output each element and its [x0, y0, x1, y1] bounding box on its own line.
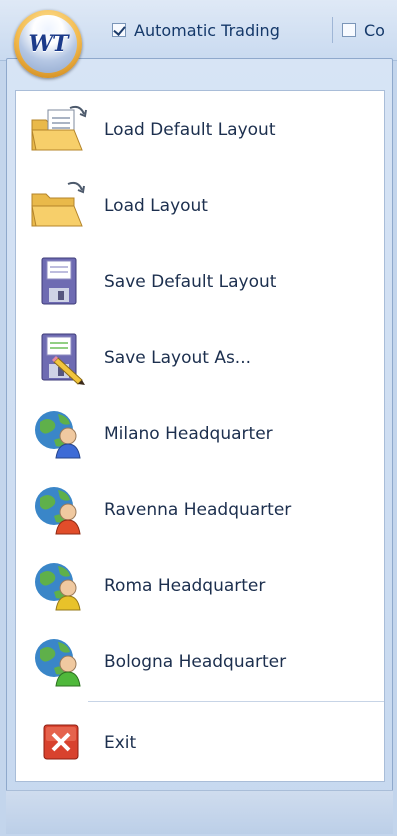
- menu-item-load-layout[interactable]: Load Layout: [16, 176, 384, 236]
- menu-item-roma-headquarter[interactable]: Roma Headquarter: [16, 556, 384, 616]
- application-menu-footer: [6, 790, 393, 834]
- menu-item-label: Milano Headquarter: [104, 424, 273, 444]
- second-option-checkbox-box[interactable]: [342, 23, 356, 37]
- menu-divider: [88, 701, 384, 702]
- menu-item-label: Roma Headquarter: [104, 576, 266, 596]
- floppy-disk-icon: [28, 254, 90, 310]
- globe-user-red-icon: [28, 482, 90, 538]
- menu-item-label: Save Default Layout: [104, 272, 277, 292]
- menu-item-label: Bologna Headquarter: [104, 652, 287, 672]
- load-document-icon: [28, 102, 90, 158]
- menu-item-bologna-headquarter[interactable]: Bologna Headquarter: [16, 632, 384, 692]
- application-orb-face: WT: [19, 15, 77, 73]
- menu-item-exit[interactable]: Exit: [16, 713, 384, 773]
- second-option-checkbox[interactable]: Co: [342, 19, 385, 41]
- menu-item-save-default-layout[interactable]: Save Default Layout: [16, 252, 384, 312]
- menu-item-label: Exit: [104, 733, 137, 753]
- globe-user-green-icon: [28, 634, 90, 690]
- automatic-trading-checkbox-box[interactable]: [112, 23, 126, 37]
- menu-item-milano-headquarter[interactable]: Milano Headquarter: [16, 404, 384, 464]
- globe-user-yellow-icon: [28, 558, 90, 614]
- globe-user-blue-icon: [28, 406, 90, 462]
- menu-item-ravenna-headquarter[interactable]: Ravenna Headquarter: [16, 480, 384, 540]
- application-orb-button[interactable]: WT: [14, 10, 82, 78]
- quick-access-separator: [332, 17, 333, 43]
- menu-item-label: Save Layout As...: [104, 348, 252, 368]
- automatic-trading-label: Automatic Trading: [134, 20, 280, 40]
- menu-item-label: Load Layout: [104, 196, 208, 216]
- automatic-trading-checkbox[interactable]: Automatic Trading: [112, 19, 280, 41]
- application-orb-logo: WT: [28, 31, 68, 57]
- floppy-disk-pencil-icon: [28, 330, 90, 386]
- menu-item-save-layout-as[interactable]: Save Layout As...: [16, 328, 384, 388]
- open-folder-icon: [28, 178, 90, 234]
- exit-x-icon: [28, 715, 90, 771]
- menu-item-label: Load Default Layout: [104, 120, 276, 140]
- menu-item-load-default-layout[interactable]: Load Default Layout: [16, 100, 384, 160]
- menu-item-label: Ravenna Headquarter: [104, 500, 292, 520]
- second-option-label: Co: [364, 20, 385, 40]
